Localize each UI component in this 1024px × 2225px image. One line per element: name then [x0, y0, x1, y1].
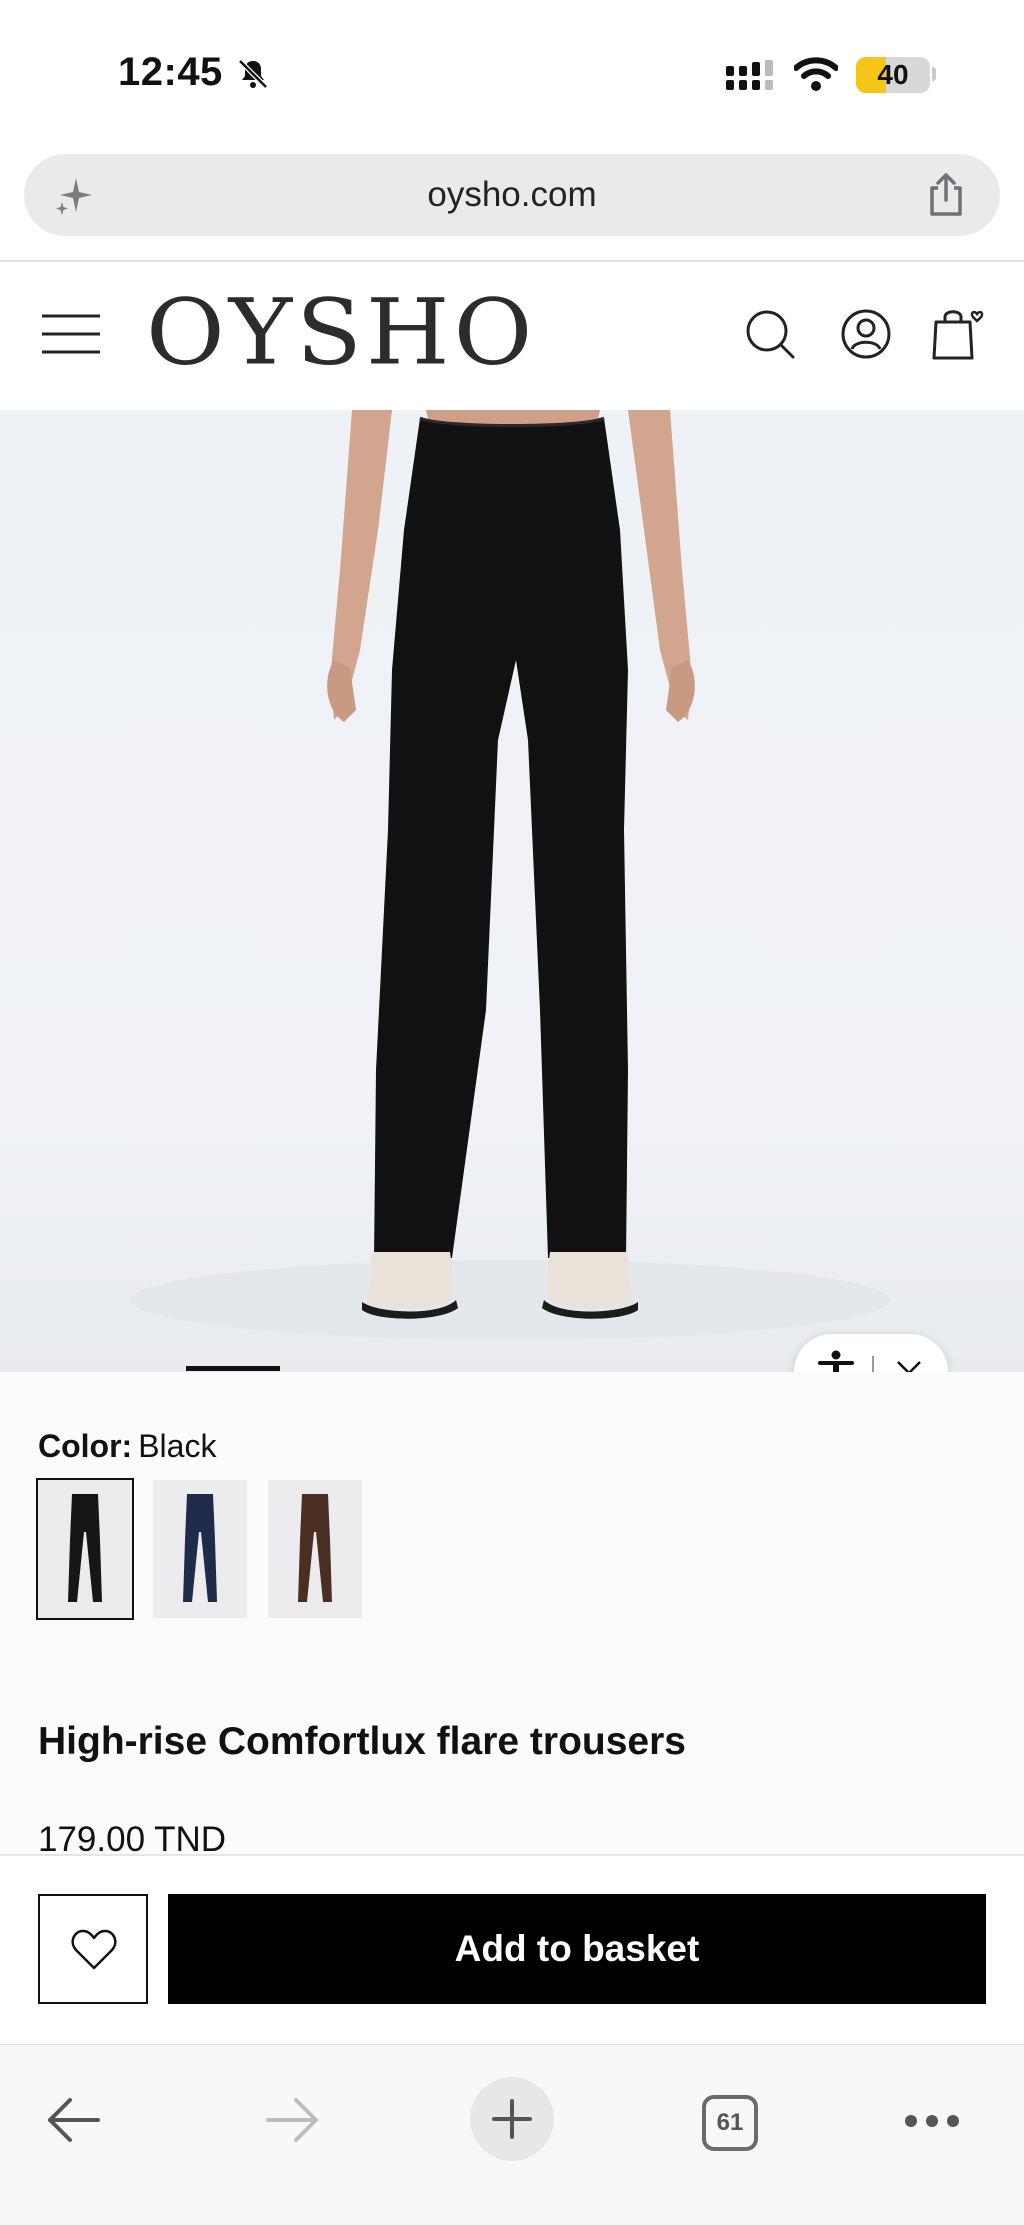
- menu-icon[interactable]: [40, 312, 102, 356]
- add-to-basket-button[interactable]: Add to basket: [168, 1894, 986, 2004]
- product-info: Color: Black High-rise Comfortlux flare t…: [0, 1372, 1024, 1859]
- site-header: OYSHO: [0, 262, 1024, 410]
- color-label: Color:: [38, 1428, 133, 1464]
- status-bar: 12:45 40: [0, 0, 1024, 150]
- heart-icon[interactable]: [70, 1928, 118, 1972]
- back-arrow-icon[interactable]: [44, 2095, 102, 2145]
- brand-logo[interactable]: OYSHO: [146, 285, 536, 380]
- swatch-black[interactable]: [36, 1478, 134, 1620]
- plus-icon[interactable]: [490, 2097, 534, 2141]
- tabs-button[interactable]: 61: [702, 2095, 758, 2151]
- battery-level: 40: [877, 59, 909, 90]
- swatch-navy-thumbnail: [183, 1494, 217, 1602]
- status-time: 12:45: [118, 50, 223, 94]
- action-bar: Add to basket: [0, 1854, 1024, 2044]
- address-bar[interactable]: oysho.com: [24, 154, 1000, 236]
- bell-muted-icon: [238, 59, 268, 89]
- url-text[interactable]: oysho.com: [24, 154, 1000, 236]
- swatch-navy[interactable]: [153, 1480, 247, 1618]
- swatch-black-thumbnail: [68, 1494, 102, 1602]
- account-icon[interactable]: [840, 308, 892, 360]
- wishlist-button[interactable]: [38, 1894, 148, 2004]
- tabs-count[interactable]: 61: [706, 2099, 754, 2147]
- forward-arrow-icon[interactable]: [264, 2095, 322, 2145]
- product-image[interactable]: [0, 410, 1024, 1372]
- cellular-signal-icon: [726, 60, 773, 90]
- product-photo-illustration: [130, 410, 890, 1340]
- swatch-brown-thumbnail: [298, 1494, 332, 1602]
- more-options-icon[interactable]: [904, 2113, 960, 2129]
- browser-toolbar: 61: [0, 2044, 1024, 2225]
- color-value: Black: [138, 1428, 217, 1464]
- search-icon[interactable]: [744, 308, 796, 360]
- bag-icon[interactable]: [930, 306, 986, 362]
- battery-indicator: 40: [856, 57, 930, 93]
- share-icon[interactable]: [924, 172, 968, 218]
- swatch-brown[interactable]: [268, 1480, 362, 1618]
- product-title: High-rise Comfortlux flare trousers: [38, 1720, 686, 1763]
- wifi-icon: [794, 57, 838, 91]
- gallery-indicator: [186, 1366, 280, 1371]
- battery-nub: [932, 67, 936, 81]
- new-tab-button[interactable]: [470, 2077, 554, 2161]
- color-selection: Color: Black: [38, 1428, 216, 1465]
